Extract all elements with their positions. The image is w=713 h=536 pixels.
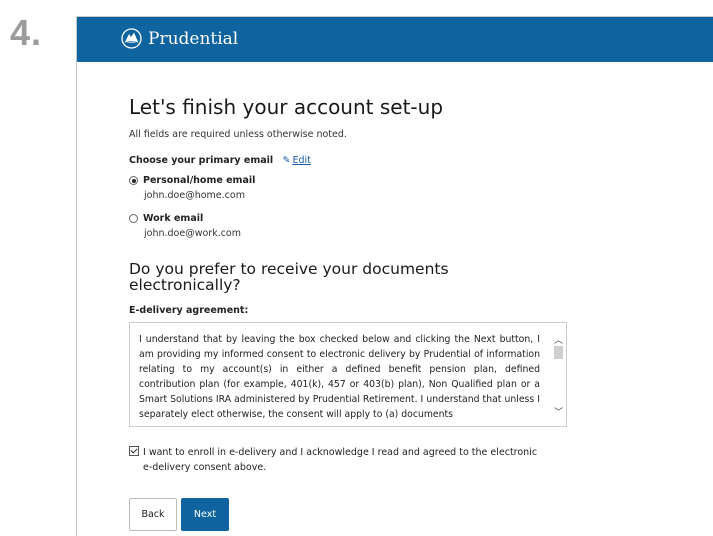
agreement-label: E-delivery agreement: [129,305,249,316]
scroll-down-icon[interactable]: ﹀ [551,405,566,418]
radio-personal[interactable] [129,176,138,185]
edit-email-link[interactable]: ✎ Edit [282,155,310,166]
next-button[interactable]: Next [181,498,229,531]
consent-text-line1: I want to enroll in e-delivery and I ack… [143,447,538,458]
radio-work-label: Work email [143,213,204,224]
radio-personal-label: Personal/home email [143,175,256,186]
edelivery-consent[interactable]: I want to enroll in e-delivery and I ack… [129,445,559,475]
edit-label: Edit [292,155,311,166]
step-number: 4. [10,12,43,53]
radio-work[interactable] [129,214,138,223]
header-bar: Prudential [77,17,713,62]
personal-email-value: john.doe@home.com [144,190,245,201]
work-email-value: john.doe@work.com [144,228,241,239]
radio-option-work[interactable]: Work email john.doe@work.com [129,213,241,239]
consent-text-line2: e-delivery consent above. [143,462,267,473]
agreement-scrollbar[interactable]: ︿ ﹀ [551,323,566,426]
page-title: Let's finish your account set-up [129,95,444,119]
scroll-up-icon[interactable]: ︿ [551,333,566,346]
required-note: All fields are required unless otherwise… [129,129,347,140]
edelivery-heading: Do you prefer to receive your documents … [129,260,449,294]
email-choice-label-text: Choose your primary email [129,155,274,166]
consent-checkbox[interactable] [129,446,139,456]
agreement-textbox[interactable]: I understand that by leaving the box che… [129,322,567,427]
page-frame: Prudential Let's finish your account set… [76,16,713,536]
agreement-text: I understand that by leaving the box che… [139,334,540,420]
brand-logo[interactable]: Prudential [121,28,238,49]
rock-logo-icon [121,28,142,49]
radio-option-personal[interactable]: Personal/home email john.doe@home.com [129,175,255,201]
back-button[interactable]: Back [129,498,177,531]
email-choice-label: Choose your primary email ✎ Edit [129,155,311,166]
brand-name: Prudential [148,28,239,49]
scroll-thumb[interactable] [554,346,563,359]
pencil-icon: ✎ [282,155,291,166]
